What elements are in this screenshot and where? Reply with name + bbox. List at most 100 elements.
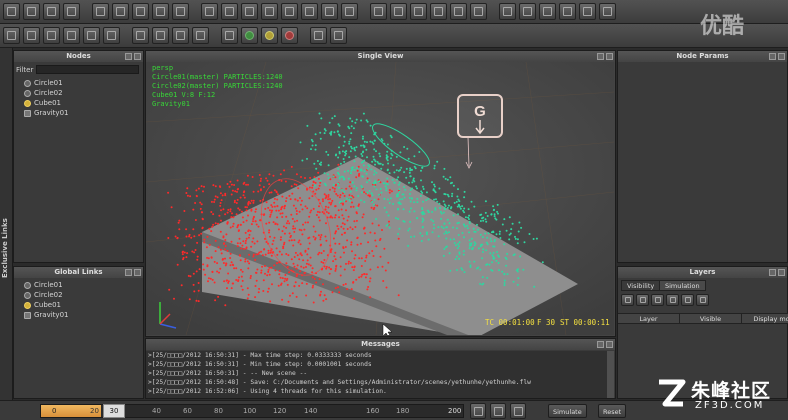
refresh-button[interactable]: [152, 27, 169, 44]
panel-float-button[interactable]: [769, 269, 776, 276]
node-item[interactable]: Circle01: [14, 78, 143, 88]
global-link-item[interactable]: Circle02: [14, 290, 143, 300]
panel-float-button[interactable]: [769, 53, 776, 60]
particle-red: [279, 238, 282, 241]
camera-button[interactable]: [470, 3, 487, 20]
panel-float-button[interactable]: [125, 269, 132, 276]
layout-bottom-button[interactable]: [599, 3, 616, 20]
import-button[interactable]: [330, 27, 347, 44]
messages-scrollbar[interactable]: [607, 351, 614, 398]
layer-down-button[interactable]: [666, 294, 679, 306]
global-link-item[interactable]: Gravity01: [14, 310, 143, 320]
emitter-button[interactable]: [201, 3, 218, 20]
emitter-sphere-button[interactable]: [241, 3, 258, 20]
layout-quad-button[interactable]: [539, 3, 556, 20]
particle-red: [296, 264, 299, 267]
exclusive-link-button[interactable]: [43, 27, 60, 44]
panel-float-button[interactable]: [597, 53, 604, 60]
column-layer[interactable]: Layer: [618, 314, 680, 323]
particle-red: [235, 213, 238, 216]
mesh-button[interactable]: [321, 3, 338, 20]
tab-simulation[interactable]: Simulation: [659, 280, 706, 291]
move-tool-button[interactable]: [112, 3, 129, 20]
link-button[interactable]: [3, 27, 20, 44]
panel-close-button[interactable]: [778, 269, 785, 276]
layer-visibility-button[interactable]: [696, 294, 709, 306]
panel-close-button[interactable]: [778, 53, 785, 60]
view-perspective-button[interactable]: [370, 3, 387, 20]
particle-teal: [495, 259, 498, 262]
global-link-button[interactable]: [63, 27, 80, 44]
global-link-item[interactable]: Cube01: [14, 300, 143, 310]
global-link-item[interactable]: Circle01: [14, 280, 143, 290]
simulate-button[interactable]: Simulate: [548, 404, 587, 418]
particle-red: [350, 288, 353, 291]
panel-float-button[interactable]: [125, 53, 132, 60]
open-button[interactable]: [23, 3, 40, 20]
particle-teal: [396, 178, 398, 181]
sphere-button[interactable]: [281, 3, 298, 20]
particle-red: [194, 202, 197, 204]
pause-status-button[interactable]: [261, 27, 278, 44]
emitter-circle-button[interactable]: [221, 3, 238, 20]
node-item[interactable]: Cube01: [14, 98, 143, 108]
ungroup-button[interactable]: [103, 27, 120, 44]
daemon-button[interactable]: [341, 3, 358, 20]
panel-close-button[interactable]: [606, 53, 613, 60]
new-scene-button[interactable]: [3, 3, 20, 20]
play-button[interactable]: [221, 27, 238, 44]
node-item[interactable]: Gravity01: [14, 108, 143, 118]
panel-close-button[interactable]: [134, 269, 141, 276]
exclusive-links-tab[interactable]: Exclusive Links: [0, 48, 13, 408]
render-button[interactable]: [132, 27, 149, 44]
rotate-tool-button[interactable]: [132, 3, 149, 20]
settings-button[interactable]: [172, 27, 189, 44]
panel-float-button[interactable]: [597, 341, 604, 348]
messages-log[interactable]: >[25/□□□□/2012 16:50:31] - Max time step…: [146, 351, 608, 398]
preferences-button[interactable]: [192, 27, 209, 44]
scale-tool-button[interactable]: [152, 3, 169, 20]
export-button[interactable]: [310, 27, 327, 44]
panel-close-button[interactable]: [134, 53, 141, 60]
layout-left-button[interactable]: [559, 3, 576, 20]
save-button[interactable]: [43, 3, 60, 20]
save-as-button[interactable]: [63, 3, 80, 20]
particle-teal: [459, 205, 461, 208]
layout-right-button[interactable]: [579, 3, 596, 20]
next-frame-button[interactable]: [510, 403, 526, 419]
play-timeline-button[interactable]: [490, 403, 506, 419]
cube-button[interactable]: [261, 3, 278, 20]
simulate-status-button[interactable]: [241, 27, 258, 44]
view-front-button[interactable]: [410, 3, 427, 20]
stop-status-button[interactable]: [281, 27, 298, 44]
panel-close-button[interactable]: [606, 341, 613, 348]
column-display-mode[interactable]: Display mo: [742, 314, 788, 323]
viewport-canvas[interactable]: G persp Circle01(master) PARTICLES:1240 …: [145, 61, 615, 346]
reset-button[interactable]: Reset: [598, 404, 627, 418]
unlink-button[interactable]: [23, 27, 40, 44]
particle-red: [254, 296, 257, 299]
layer-add-button[interactable]: [621, 294, 634, 306]
prev-frame-button[interactable]: [470, 403, 486, 419]
view-top-button[interactable]: [390, 3, 407, 20]
layer-lock-button[interactable]: [681, 294, 694, 306]
view-side-button[interactable]: [430, 3, 447, 20]
layer-remove-button[interactable]: [636, 294, 649, 306]
filter-input[interactable]: [36, 65, 139, 74]
grid-button[interactable]: [450, 3, 467, 20]
particle-teal: [403, 171, 406, 174]
particle-red: [210, 256, 213, 259]
plane-button[interactable]: [301, 3, 318, 20]
tab-visibility[interactable]: Visibility: [621, 280, 661, 291]
layer-up-button[interactable]: [651, 294, 664, 306]
column-visible[interactable]: Visible: [680, 314, 742, 323]
particle-red: [289, 198, 292, 201]
timeline-playhead[interactable]: 30: [103, 404, 125, 418]
viewport-scene[interactable]: G: [145, 61, 615, 346]
node-item[interactable]: Circle02: [14, 88, 143, 98]
select-tool-button[interactable]: [92, 3, 109, 20]
group-button[interactable]: [83, 27, 100, 44]
layout-split-button[interactable]: [519, 3, 536, 20]
axis-tool-button[interactable]: [172, 3, 189, 20]
layout-single-button[interactable]: [499, 3, 516, 20]
